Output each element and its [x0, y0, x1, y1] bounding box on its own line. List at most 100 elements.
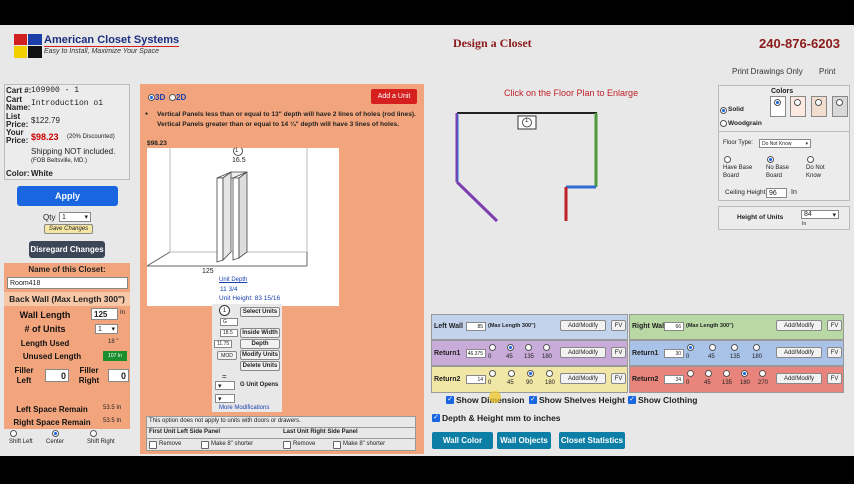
add-unit-button[interactable]: Add a Unit — [371, 89, 417, 104]
return1-left-angle-radio[interactable] — [525, 344, 532, 351]
base-no-radio[interactable] — [767, 156, 774, 163]
return2-left-angle-radio[interactable] — [527, 370, 534, 377]
apply-button[interactable]: Apply — [17, 186, 118, 206]
qty-select[interactable]: 1 ▾ — [59, 212, 91, 222]
wall-length-input[interactable]: 125 — [91, 308, 118, 320]
modify-units-button[interactable]: Modify Units — [240, 350, 280, 360]
print-link[interactable]: Print — [819, 67, 835, 76]
closet-name-input[interactable]: Room418 — [7, 277, 128, 289]
show-clothing-checkbox[interactable]: ✓ — [628, 396, 636, 404]
left-return1-label: Return1 — [434, 350, 461, 357]
right-wall-fv-button[interactable]: FV — [827, 320, 842, 331]
filler-right-input[interactable]: 0 — [108, 369, 129, 382]
base-have-radio[interactable] — [724, 156, 731, 163]
return1-right-angle-radio[interactable] — [687, 344, 694, 351]
right-wall-label: Right Wall — [632, 323, 666, 330]
return2-left-angle-radio[interactable] — [489, 370, 496, 377]
return1-right-angle-radio[interactable] — [709, 344, 716, 351]
inside-width-button[interactable]: Inside Width — [240, 328, 280, 338]
filler-left-input[interactable]: 0 — [45, 369, 69, 382]
ceiling-height-input[interactable]: 96 — [766, 188, 787, 198]
right-return2-input[interactable]: 34 — [664, 375, 684, 384]
save-changes-button[interactable]: Save Changes — [44, 224, 93, 234]
right-wall-add-modify-button[interactable]: Add/Modify — [776, 320, 822, 331]
inside-width-input[interactable]: 18.5 — [220, 329, 238, 337]
return2-right-angle-radio[interactable] — [705, 370, 712, 377]
floor-type-select[interactable]: Do Not Know ▾ — [759, 139, 811, 148]
return2-right-angle-radio[interactable] — [741, 370, 748, 377]
left-wall-fv-button[interactable]: FV — [611, 320, 626, 331]
left-return2-add-modify-button[interactable]: Add/Modify — [560, 373, 606, 384]
cart-panel: Cart #: 109900 - 1 Cart Name: Introducti… — [4, 84, 130, 180]
print-drawings-link[interactable]: Print Drawings Only — [732, 67, 803, 76]
left-return2-fv-button[interactable]: FV — [611, 373, 626, 384]
show-shelves-checkbox[interactable]: ✓ — [529, 396, 537, 404]
return1-left-angle-radio[interactable] — [507, 344, 514, 351]
depth-button[interactable]: Depth — [240, 339, 280, 349]
swatch-pink[interactable] — [790, 96, 806, 117]
left-return1-input[interactable]: 46.375 — [466, 349, 486, 358]
swatch-white[interactable] — [770, 96, 786, 117]
g-unit-select[interactable]: ▾ — [215, 381, 235, 390]
return1-right-angle-radio[interactable] — [753, 344, 760, 351]
unit-depth-value: 11 3/4 — [220, 286, 238, 293]
base-dunno-radio[interactable] — [807, 156, 814, 163]
return1-left-angle-radio[interactable] — [489, 344, 496, 351]
return2-left-angle-radio[interactable] — [546, 370, 553, 377]
unit-g-input[interactable]: G — [220, 318, 238, 326]
mm-to-inches-label: Depth & Height mm to inches — [442, 413, 561, 423]
return1-right-angle-radio[interactable] — [731, 344, 738, 351]
return1-left-angle-radio[interactable] — [543, 344, 550, 351]
base-dunno-label: Do Not Know — [806, 165, 825, 179]
delete-units-button[interactable]: Delete Units — [240, 361, 280, 371]
right-return2-add-modify-button[interactable]: Add/Modify — [776, 373, 822, 384]
first-remove-checkbox[interactable] — [149, 441, 157, 449]
shift-center-radio[interactable] — [52, 430, 59, 437]
left-return1-fv-button[interactable]: FV — [611, 347, 626, 358]
last-remove-checkbox[interactable] — [283, 441, 291, 449]
left-wall-row: Left Wall 85 (Max Length 300") Add/Modif… — [431, 314, 628, 340]
mm-to-inches-checkbox[interactable]: ✓ — [432, 414, 440, 422]
units-count-select[interactable]: 1 ▾ — [95, 324, 118, 334]
view-3d-radio[interactable] — [148, 94, 155, 101]
wall-color-button[interactable]: Wall Color — [432, 432, 493, 449]
height-units-select[interactable]: 84 ▾ — [801, 210, 839, 219]
return2-right-angle-radio[interactable] — [687, 370, 694, 377]
left-return2-input[interactable]: 14 — [466, 375, 486, 384]
swatch-gray[interactable] — [832, 96, 848, 117]
wall-objects-button[interactable]: Wall Objects — [497, 432, 551, 449]
left-wall-add-modify-button[interactable]: Add/Modify — [560, 320, 606, 331]
woodgrain-radio[interactable] — [720, 120, 727, 127]
left-return1-add-modify-button[interactable]: Add/Modify — [560, 347, 606, 358]
last-shorter-checkbox[interactable] — [333, 441, 341, 449]
swatch-beige[interactable] — [811, 96, 827, 117]
right-return1-add-modify-button[interactable]: Add/Modify — [776, 347, 822, 358]
return1-right-angle-label: 180 — [752, 354, 763, 360]
left-wall-input[interactable]: 85 — [466, 322, 486, 331]
mod-button[interactable]: MOD — [217, 351, 237, 360]
more-modifications-link[interactable]: More Modifications — [219, 405, 269, 411]
shift-right-radio[interactable] — [90, 430, 97, 437]
solid-radio[interactable] — [720, 107, 727, 114]
second-unit-select[interactable]: ▾ — [215, 394, 235, 403]
show-dimension-checkbox[interactable]: ✓ — [446, 396, 454, 404]
disregard-changes-button[interactable]: Disregard Changes — [29, 241, 105, 258]
right-return1-fv-button[interactable]: FV — [827, 347, 842, 358]
return2-right-angle-radio[interactable] — [723, 370, 730, 377]
right-return1-input[interactable]: 30 — [664, 349, 684, 358]
qty-value: 1 — [62, 213, 66, 221]
return2-left-angle-radio[interactable] — [508, 370, 515, 377]
select-units-button[interactable]: Select Units — [240, 307, 280, 317]
right-wall-input[interactable]: 66 — [664, 322, 684, 331]
right-return2-fv-button[interactable]: FV — [827, 373, 842, 384]
unit-number-badge[interactable]: 1 — [219, 305, 230, 316]
closet-statistics-button[interactable]: Closet Statistics — [559, 432, 625, 449]
unit-depth-link[interactable]: Unit Depth — [219, 277, 247, 283]
first-shorter-checkbox[interactable] — [201, 441, 209, 449]
shift-left-radio[interactable] — [10, 430, 17, 437]
floor-plan[interactable]: 1 — [448, 105, 608, 235]
depth-input[interactable]: 11.75 — [214, 340, 232, 348]
left-wall-label: Left Wall — [434, 323, 463, 330]
view-2d-radio[interactable] — [169, 94, 176, 101]
return2-right-angle-radio[interactable] — [759, 370, 766, 377]
